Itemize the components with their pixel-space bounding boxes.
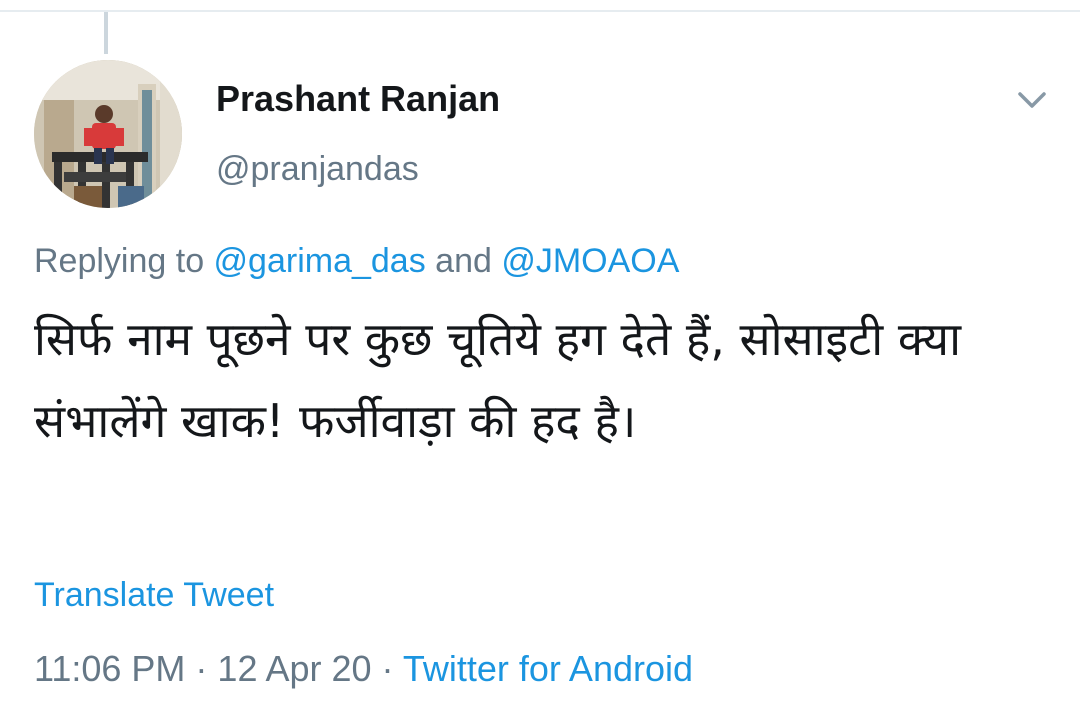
- tweet-date: 12 Apr 20: [217, 648, 372, 689]
- user-handle[interactable]: @pranjandas: [216, 150, 419, 189]
- replying-to-label: Replying to: [34, 242, 214, 280]
- tweet-text: सिर्फ नाम पूछने पर कुछ चूतिये हग देते है…: [34, 312, 962, 448]
- tweet-source-link[interactable]: Twitter for Android: [403, 648, 693, 689]
- mention-link-garima[interactable]: @garima_das: [214, 242, 426, 280]
- reply-joiner: and: [425, 242, 502, 280]
- display-name[interactable]: Prashant Ranjan: [216, 78, 500, 120]
- tweet-time: 11:06 PM: [34, 648, 186, 689]
- tweet-detail-view: Prashant Ranjan @pranjandas Replying to …: [0, 0, 1080, 718]
- avatar-photo: [34, 60, 182, 208]
- thread-connector-line: [104, 12, 108, 54]
- chevron-down-icon: [1018, 92, 1046, 108]
- reply-context: Replying to @garima_das and @JMOAOA: [34, 242, 679, 281]
- translate-tweet-link[interactable]: Translate Tweet: [34, 576, 274, 615]
- meta-separator: ·: [371, 648, 403, 689]
- tweet-metadata: 11:06 PM · 12 Apr 20 · Twitter for Andro…: [34, 648, 693, 690]
- avatar[interactable]: [34, 60, 182, 208]
- meta-separator: ·: [185, 648, 218, 689]
- top-divider: [0, 10, 1080, 12]
- mention-link-jmoaoa[interactable]: @JMOAOA: [501, 242, 679, 280]
- tweet-menu-button[interactable]: [1012, 84, 1052, 116]
